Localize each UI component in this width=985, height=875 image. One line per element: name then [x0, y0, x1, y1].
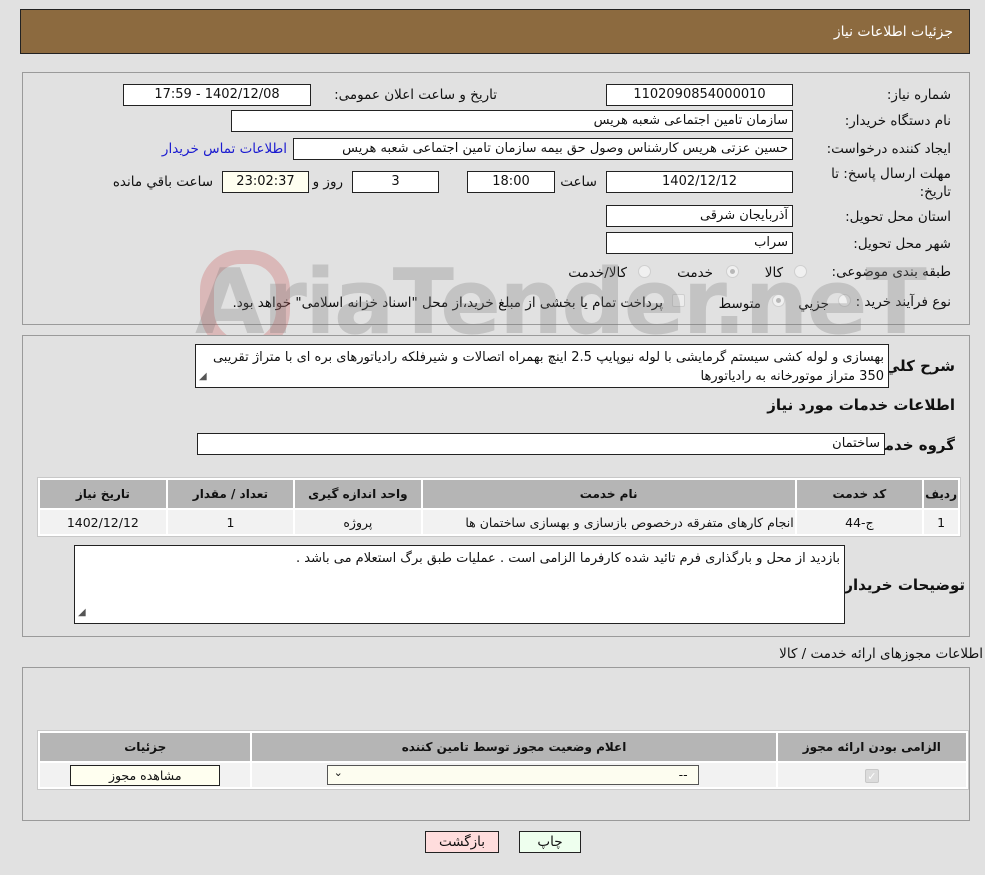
- permits-panel: الزامی بودن ارائه مجوز اعلام وضعیت مجوز …: [22, 667, 970, 821]
- required-cell: ✓: [777, 763, 966, 787]
- back-button[interactable]: بازگشت: [425, 831, 499, 853]
- row-name: انجام کارهای متفرقه درخصوص بازسازی و بهس…: [422, 510, 795, 534]
- category-service-label: خدمت: [677, 265, 713, 281]
- view-permit-button[interactable]: مشاهده مجوز: [70, 764, 221, 786]
- page-header: جزئیات اطلاعات نیاز: [20, 9, 970, 54]
- announce-label: تاریخ و ساعت اعلان عمومی:: [334, 87, 497, 103]
- row-index: 1: [924, 510, 958, 534]
- service-group-field: ساختمان: [197, 433, 885, 455]
- deadline-time-field: 18:00: [467, 171, 555, 193]
- table-row: ✓ -- ⌄ مشاهده مجوز: [40, 763, 966, 787]
- page-title: جزئیات اطلاعات نیاز: [833, 24, 953, 40]
- status-select[interactable]: -- ⌄: [326, 765, 699, 785]
- days-label: روز و: [312, 174, 343, 190]
- deadline-time-label: ساعت: [560, 174, 597, 190]
- details-cell: مشاهده مجوز: [40, 763, 251, 787]
- chevron-down-icon: ⌄: [333, 766, 343, 779]
- col-index: ردیف: [924, 480, 958, 508]
- buyer-contact-link[interactable]: اطلاعات تماس خریدار: [162, 141, 287, 157]
- city-field: سراب: [606, 232, 793, 254]
- announce-field: 1402/12/08 - 17:59: [123, 84, 311, 106]
- col-qty: تعداد / مقدار: [167, 480, 294, 508]
- creator-field: حسین عزتی هریس کارشناس وصول حق بیمه سازم…: [293, 138, 793, 160]
- col-required: الزامی بودن ارائه مجوز: [777, 733, 966, 761]
- status-select-value: --: [678, 767, 688, 782]
- province-field: آذربایجان شرقی: [606, 205, 793, 227]
- col-unit: واحد اندازه گیری: [295, 480, 421, 508]
- permits-section-title: اطلاعات مجوزهای ارائه خدمت / کالا: [779, 646, 983, 662]
- remaining-label: ساعت باقي مانده: [112, 174, 213, 190]
- province-label: استان محل تحویل:: [845, 209, 951, 225]
- services-panel: شرح کلي نیاز: بهسازی و لوله کشی سیستم گر…: [22, 335, 970, 637]
- col-name: نام خدمت: [422, 480, 795, 508]
- col-status: اعلام وضعیت مجوز توسط تامین کننده: [252, 733, 776, 761]
- table-row: 1 ج-44 انجام کارهای متفرقه درخصوص بازساز…: [40, 510, 958, 534]
- col-code: کد خدمت: [796, 480, 923, 508]
- days-field: 3: [352, 171, 439, 193]
- resize-grip-icon[interactable]: ◢: [78, 603, 86, 622]
- purchase-radio-minor[interactable]: [838, 294, 851, 307]
- category-goods-service-label: کالا/خدمت: [568, 265, 627, 281]
- deadline-date-field: 1402/12/12: [606, 171, 793, 193]
- deadline-label: مهلت ارسال پاسخ: تا تاریخ:: [831, 166, 951, 200]
- city-label: شهر محل تحویل:: [853, 236, 951, 252]
- services-section-title: اطلاعات خدمات مورد نیاز: [767, 396, 955, 414]
- services-table: ردیف کد خدمت نام خدمت واحد اندازه گیری ت…: [37, 477, 961, 537]
- need-info-panel: شماره نیاز: 1102090854000010 تاریخ و ساع…: [22, 72, 970, 325]
- col-date: تاریخ نیاز: [40, 480, 166, 508]
- description-textarea[interactable]: بهسازی و لوله کشی سیستم گرمایشی با لوله …: [195, 344, 889, 388]
- col-details: جزئیات: [40, 733, 251, 761]
- need-number-label: شماره نیاز:: [886, 87, 951, 103]
- print-button[interactable]: چاپ: [519, 831, 581, 853]
- permits-table: الزامی بودن ارائه مجوز اعلام وضعیت مجوز …: [37, 730, 969, 790]
- status-cell: -- ⌄: [252, 763, 776, 787]
- permits-table-header: الزامی بودن ارائه مجوز اعلام وضعیت مجوز …: [40, 733, 966, 761]
- category-radio-goods-service[interactable]: [638, 265, 651, 278]
- buyer-org-field: سازمان تامین اجتماعی شعبه هریس: [231, 110, 793, 132]
- remaining-time-field: 23:02:37: [222, 171, 309, 193]
- buyer-notes-textarea[interactable]: بازدید از محل و بارگذاری فرم تائید شده ک…: [74, 545, 845, 624]
- description-text: بهسازی و لوله کشی سیستم گرمایشی با لوله …: [212, 350, 884, 384]
- category-radio-goods[interactable]: [794, 265, 807, 278]
- category-label: طبقه بندی موضوعی:: [831, 264, 951, 280]
- buyer-org-label: نام دستگاه خریدار:: [844, 113, 951, 129]
- row-date: 1402/12/12: [40, 510, 166, 534]
- need-number-field: 1102090854000010: [606, 84, 793, 106]
- buyer-notes-text: بازدید از محل و بارگذاری فرم تائید شده ک…: [296, 551, 840, 566]
- row-unit: پروژه: [295, 510, 421, 534]
- row-code: ج-44: [796, 510, 923, 534]
- buyer-notes-label: توضیحات خریدار:: [838, 576, 965, 594]
- category-radio-service[interactable]: [726, 265, 739, 278]
- required-checkbox: ✓: [864, 768, 879, 783]
- purchase-medium-label: متوسط: [718, 296, 761, 312]
- treasury-note: پرداخت تمام یا بخشی از مبلغ خرید،از محل …: [232, 295, 663, 311]
- purchase-radio-medium[interactable]: [772, 294, 785, 307]
- row-qty: 1: [167, 510, 294, 534]
- purchase-minor-label: جزیي: [798, 296, 829, 312]
- creator-label: ایجاد کننده درخواست:: [826, 141, 951, 157]
- purchase-type-label: نوع فرآیند خرید :: [855, 294, 951, 310]
- treasury-checkbox[interactable]: [672, 294, 685, 307]
- resize-grip-icon[interactable]: ◢: [199, 367, 207, 386]
- category-goods-label: کالا: [764, 265, 783, 281]
- services-table-header: ردیف کد خدمت نام خدمت واحد اندازه گیری ت…: [40, 480, 958, 508]
